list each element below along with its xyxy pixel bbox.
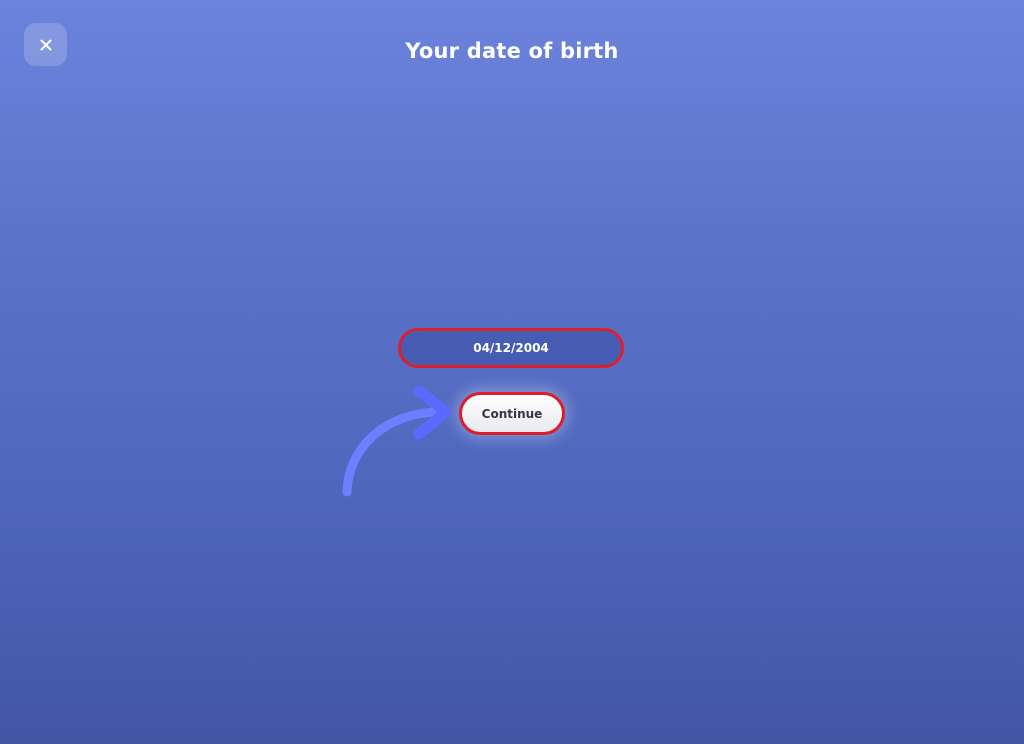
date-of-birth-input[interactable] (398, 328, 624, 368)
page-title: Your date of birth (405, 39, 619, 63)
continue-button[interactable]: Continue (459, 392, 565, 435)
curved-arrow-icon (342, 385, 452, 497)
